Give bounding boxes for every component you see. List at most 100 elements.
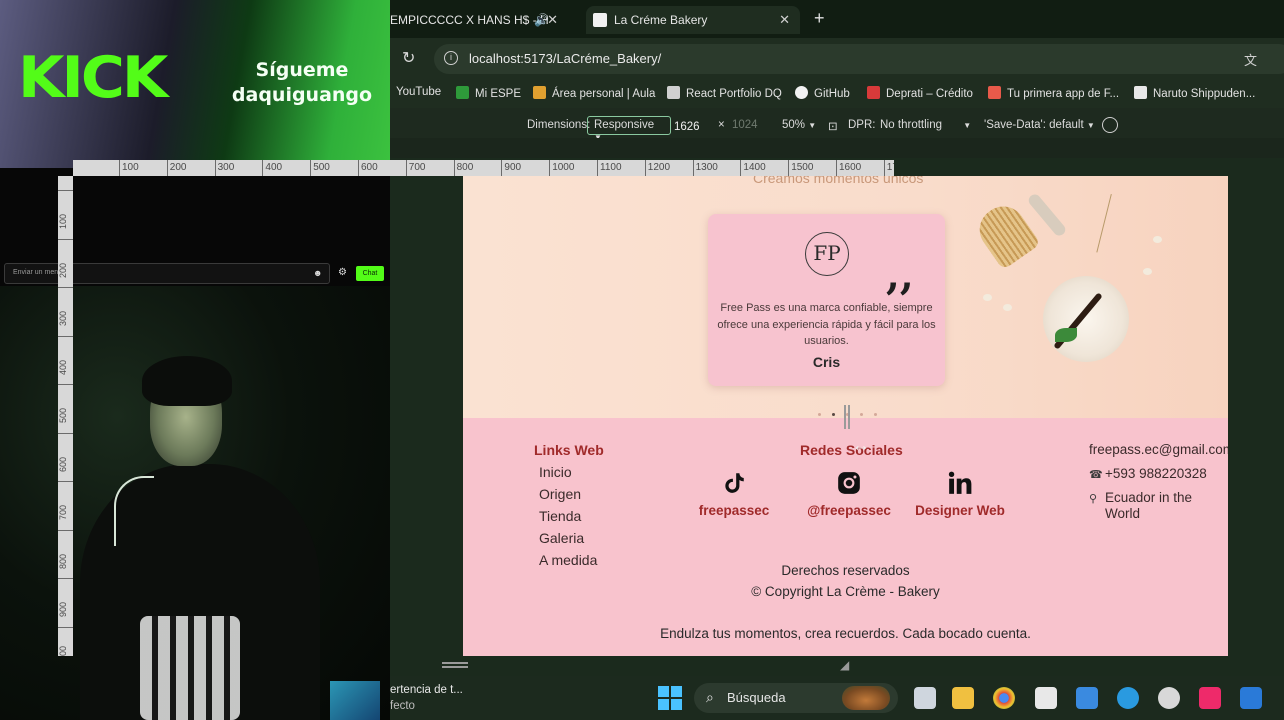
ruler-tick: 700 — [58, 481, 73, 520]
close-tab-icon[interactable]: ✕ — [779, 6, 790, 34]
ruler-tick: 100 — [58, 190, 73, 229]
address-bar[interactable]: i localhost:5173/LaCréme_Bakery/ 文 — [434, 44, 1284, 74]
linkedin-icon — [948, 471, 972, 494]
notification-line-2: fecto — [390, 700, 415, 712]
footer-link-origen[interactable]: Origen — [539, 486, 581, 502]
ruler-tick: 1000 — [58, 626, 73, 656]
taskbar-search[interactable]: ⌕ Búsqueda — [694, 683, 898, 713]
emoji-icon[interactable]: ☻ — [313, 268, 324, 279]
flake-decoration — [1143, 268, 1152, 275]
bookmark-primera-app[interactable]: Tu primera app de F... — [988, 86, 1119, 100]
follow-text: Sígueme daquiguango — [222, 58, 382, 108]
bookmark-naruto[interactable]: Naruto Shippuden... — [1134, 86, 1255, 100]
carousel-dot[interactable] — [832, 413, 835, 416]
outlook-icon[interactable] — [1076, 687, 1098, 709]
whisk-decoration — [971, 197, 1041, 271]
site-info-icon[interactable]: i — [444, 51, 458, 65]
carousel-dot[interactable] — [860, 413, 863, 416]
ruler-tick: 1500 — [788, 160, 813, 176]
footer-link-inicio[interactable]: Inicio — [539, 464, 572, 480]
gear-icon[interactable]: ⚙ — [338, 267, 350, 279]
task-view-icon[interactable] — [914, 687, 936, 709]
testimonial-author: Cris — [812, 354, 841, 370]
carousel-dot[interactable] — [818, 413, 821, 416]
search-icon: ⌕ — [706, 689, 714, 705]
flake-decoration — [1003, 304, 1012, 311]
social-linkedin[interactable]: Designer Web — [905, 470, 1015, 520]
contact-email[interactable]: freepass.ec@gmail.com — [1089, 442, 1228, 457]
testimonials-section: Creamos momentos únicos FP ,, Free Pass … — [463, 176, 1228, 418]
deprati-icon — [867, 86, 880, 99]
tiktok-app-icon[interactable] — [1199, 687, 1221, 709]
reload-icon[interactable]: ↻ — [402, 48, 415, 68]
chrome-icon[interactable] — [993, 687, 1015, 709]
tiktok-icon — [725, 473, 744, 493]
tab-bakery[interactable]: La Créme Bakery ✕ — [586, 6, 800, 34]
search-highlight-image — [842, 686, 890, 710]
bookmark-react-portfolio[interactable]: React Portfolio DQ — [667, 86, 782, 100]
location-icon: ⚲ — [1089, 493, 1098, 505]
chat-message-input[interactable]: Enviar un mensaje ☻ — [4, 263, 330, 284]
testimonial-text: Free Pass es una marca confiable, siempr… — [717, 302, 936, 347]
ruler-tick: 300 — [58, 287, 73, 326]
ruler-tick: 600 — [58, 432, 73, 472]
windows-start-icon[interactable] — [658, 686, 682, 710]
ruler-tick: 500 — [310, 160, 330, 176]
social-tiktok[interactable]: freepassec — [679, 470, 789, 520]
save-data-value: 'Save-Data': default — [984, 119, 1084, 131]
bookmark-github[interactable]: GitHub — [795, 86, 850, 100]
github-desktop-icon[interactable] — [1158, 687, 1180, 709]
footer-link-tienda[interactable]: Tienda — [539, 508, 581, 524]
store-icon[interactable] — [1035, 687, 1057, 709]
dimensions-select[interactable]: Responsive ▼ — [587, 116, 671, 142]
translate-icon[interactable]: 文 — [1244, 50, 1257, 69]
footer-link-galeria[interactable]: Galeria — [539, 530, 584, 546]
save-data-select[interactable]: 'Save-Data': default ▼ — [984, 119, 1095, 131]
bowl-decoration — [1043, 276, 1129, 362]
ruler-tick: 900 — [58, 578, 73, 617]
dimensions-value: Responsive — [594, 119, 655, 131]
flake-decoration — [983, 294, 992, 301]
resize-corner-icon[interactable]: ◢ — [840, 658, 849, 672]
vscode-icon[interactable] — [1240, 687, 1262, 709]
follow-username: daquiguango — [231, 84, 373, 106]
naruto-icon — [1134, 86, 1147, 99]
instagram-icon — [838, 472, 860, 494]
throttle-select[interactable]: No throttling ▼ — [880, 119, 971, 131]
bookmark-mi-espe[interactable]: Mi ESPE — [456, 86, 521, 100]
chat-send-button[interactable]: Chat — [356, 266, 384, 281]
rights-text: Derechos reservados — [781, 563, 910, 578]
bookmark-deprati[interactable]: Deprati – Crédito — [867, 86, 973, 100]
aula-icon — [533, 86, 546, 99]
github-icon — [795, 86, 808, 99]
hero-tagline: Creamos momentos únicos — [753, 176, 924, 186]
ruler-bar — [390, 138, 1284, 158]
herb-decoration — [1096, 194, 1150, 262]
edge-icon[interactable] — [1117, 687, 1139, 709]
rotate-icon[interactable] — [1102, 117, 1118, 133]
width-input[interactable]: 1626 — [670, 119, 704, 138]
ruler-tick: 1000 — [549, 160, 574, 176]
device-toolbar: Dimensions: Responsive ▼ 1626 × 1024 50%… — [390, 108, 1284, 142]
tiktok-handle: freepassec — [698, 503, 770, 518]
height-input[interactable]: 1024 — [732, 119, 758, 131]
slogan-text: Endulza tus momentos, crea recuerdos. Ca… — [660, 626, 1031, 641]
linkedin-label: Designer Web — [915, 503, 1005, 518]
bookmarks-bar: YouTube Mi ESPE Área personal | Aula Rea… — [390, 78, 1284, 108]
contact-location: ⚲ Ecuador in the World — [1089, 490, 1193, 521]
instagram-handle: @freepassec — [807, 503, 891, 518]
ruler-tick: 1600 — [836, 160, 861, 176]
new-tab-icon[interactable]: + — [814, 8, 825, 28]
resize-handle-bottom[interactable] — [442, 662, 468, 668]
links-title: Links Web — [534, 442, 604, 458]
close-tab-icon[interactable]: ✕ — [547, 6, 558, 34]
bookmark-aula[interactable]: Área personal | Aula — [533, 86, 655, 100]
resize-handle-right[interactable] — [844, 405, 850, 429]
notification-preview[interactable]: ertencia de t... fecto — [390, 682, 463, 714]
file-explorer-icon[interactable] — [952, 687, 974, 709]
bookmark-youtube[interactable]: YouTube — [396, 86, 441, 98]
zoom-select[interactable]: 50% ▼ — [782, 119, 816, 131]
social-instagram[interactable]: @freepassec — [794, 470, 904, 520]
tab-music[interactable]: EMPICCCCC X HANS H$ - H 🔊 ✕ — [390, 6, 580, 34]
carousel-dot[interactable] — [874, 413, 877, 416]
